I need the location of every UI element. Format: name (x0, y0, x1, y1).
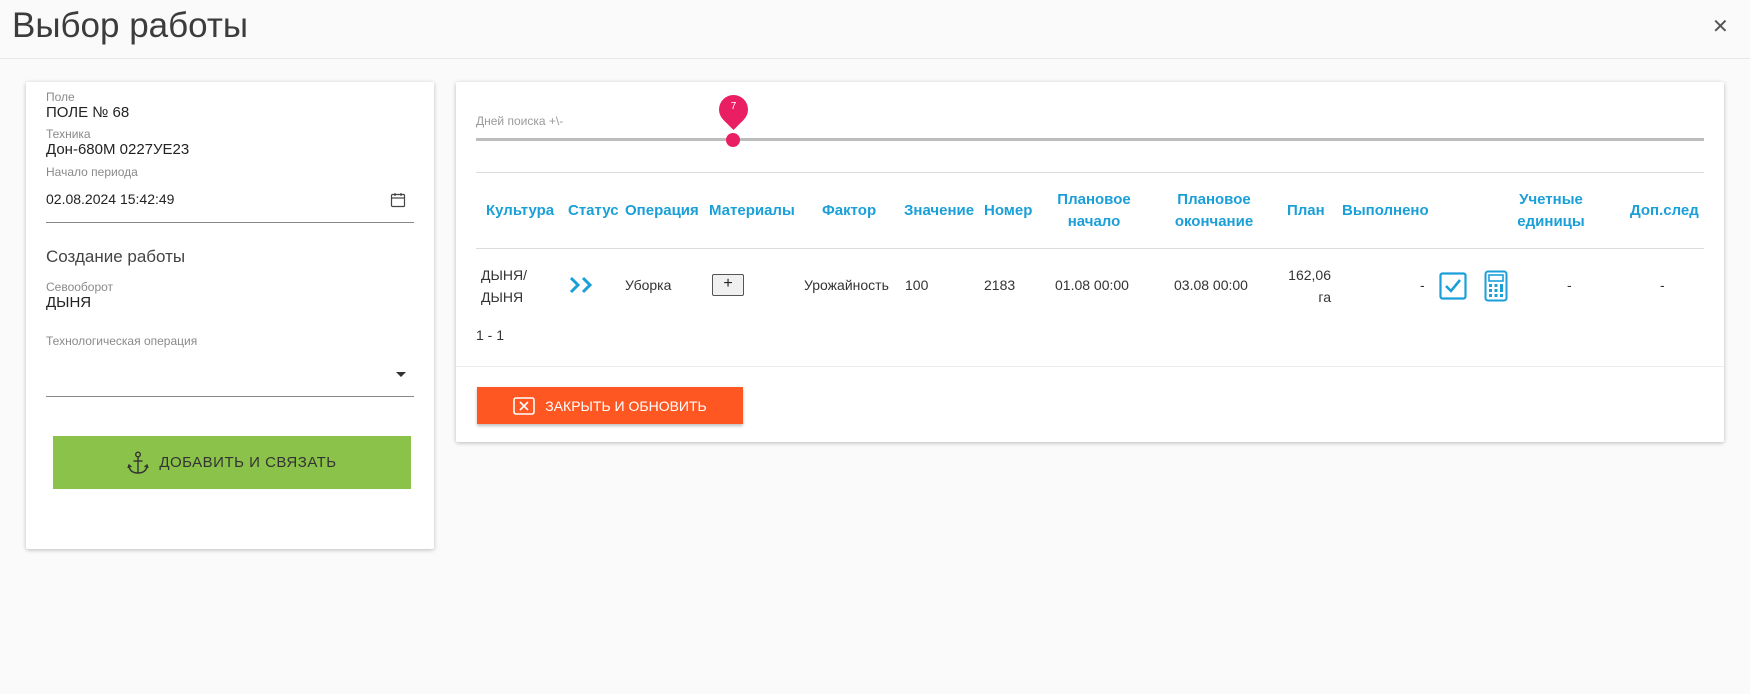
dropdown-arrow-icon[interactable] (396, 372, 406, 377)
search-days-slider-track[interactable] (476, 138, 1704, 141)
close-and-refresh-button[interactable]: ЗАКРЫТЬ И ОБНОВИТЬ (477, 387, 743, 424)
col-plan-end[interactable]: Плановое окончание (1164, 189, 1264, 233)
cell-culture: ДЫНЯ/ ДЫНЯ (481, 264, 527, 308)
calendar-icon[interactable] (390, 192, 406, 208)
checkbox-icon[interactable] (1439, 272, 1467, 300)
col-number[interactable]: Номер (984, 200, 1032, 222)
cell-plan-line2: га (1318, 289, 1331, 305)
col-plan[interactable]: План (1287, 200, 1325, 222)
search-days-label: Дней поиска +\- (476, 114, 564, 128)
col-done[interactable]: Выполнено (1342, 200, 1429, 222)
double-chevron-right-icon[interactable] (569, 276, 595, 294)
col-plan-start-line2: начало (1067, 213, 1121, 230)
close-box-icon (513, 396, 536, 415)
period-underline (46, 222, 414, 223)
cell-done: - (1420, 277, 1425, 293)
col-operation[interactable]: Операция (625, 200, 699, 222)
cell-plan: 162,06 га (1276, 264, 1331, 308)
cell-operation: Уборка (625, 277, 672, 293)
period-label: Начало периода (46, 165, 138, 179)
field-value: ПОЛЕ № 68 (46, 104, 130, 121)
cell-plan-line1: 162,06 (1288, 267, 1331, 283)
cell-plan-start: 01.08 00:00 (1055, 277, 1129, 293)
tech-label: Техника (46, 127, 91, 141)
col-factor[interactable]: Фактор (822, 200, 876, 222)
work-form-card: Поле ПОЛЕ № 68 Техника Дон-680М 0227УЕ23… (26, 82, 434, 549)
cell-units: - (1567, 277, 1572, 293)
col-extra[interactable]: Доп.след (1630, 200, 1699, 222)
footer-divider (456, 366, 1724, 367)
pagination-info: 1 - 1 (476, 327, 505, 343)
cell-factor: Урожайность (804, 277, 889, 293)
cell-value: 100 (905, 277, 929, 293)
add-and-link-label: ДОБАВИТЬ И СВЯЗАТЬ (159, 454, 337, 471)
cell-extra: - (1660, 277, 1665, 293)
col-value[interactable]: Значение (904, 200, 974, 222)
calculator-icon[interactable] (1484, 270, 1508, 302)
cell-culture-line2: ДЫНЯ (481, 289, 524, 305)
col-units[interactable]: Учетные единицы (1506, 189, 1596, 233)
rotation-label: Севооборот (46, 280, 114, 294)
period-input[interactable]: 02.08.2024 15:42:49 (46, 191, 174, 207)
anchor-icon (127, 451, 149, 474)
dialog-title: Выбор работы (12, 6, 249, 45)
table-header-divider (476, 248, 1704, 249)
col-units-line2: единицы (1517, 213, 1585, 230)
close-icon[interactable]: ✕ (1712, 14, 1729, 39)
table-top-divider (476, 172, 1704, 173)
add-material-button[interactable]: + (712, 274, 744, 296)
dialog-header: Выбор работы ✕ (0, 0, 1750, 59)
col-culture[interactable]: Культура (486, 200, 554, 222)
rotation-value: ДЫНЯ (46, 294, 92, 311)
slider-value: 7 (730, 101, 737, 112)
operation-label: Технологическая операция (46, 334, 198, 348)
close-and-refresh-label: ЗАКРЫТЬ И ОБНОВИТЬ (545, 397, 707, 414)
col-units-line1: Учетные (1519, 191, 1583, 208)
add-and-link-button[interactable]: ДОБАВИТЬ И СВЯЗАТЬ (53, 436, 411, 489)
cell-plan-end: 03.08 00:00 (1174, 277, 1248, 293)
col-plan-start[interactable]: Плановое начало (1049, 189, 1139, 233)
cell-number: 2183 (984, 277, 1016, 293)
field-label: Поле (46, 90, 75, 104)
operation-underline (46, 396, 414, 397)
cell-culture-line1: ДЫНЯ/ (481, 267, 527, 283)
col-plan-end-line1: Плановое (1177, 191, 1251, 208)
section-title: Создание работы (46, 247, 186, 266)
col-plan-end-line2: окончание (1174, 213, 1254, 230)
work-list-card: Дней поиска +\- 7 Культура Статус Операц… (456, 82, 1724, 442)
search-days-slider-handle[interactable] (726, 133, 740, 147)
col-plan-start-line1: Плановое (1057, 191, 1131, 208)
col-status[interactable]: Статус (568, 200, 619, 222)
col-materials[interactable]: Материалы (709, 200, 795, 222)
tech-value: Дон-680М 0227УЕ23 (46, 141, 190, 158)
